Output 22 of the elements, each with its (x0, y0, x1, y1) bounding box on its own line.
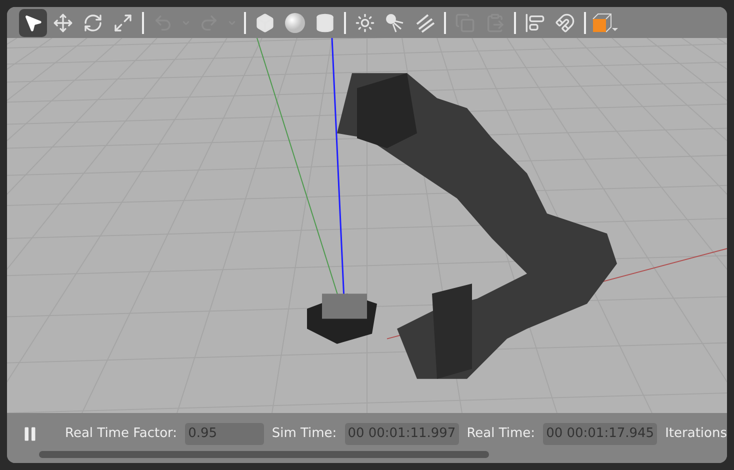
spotlight-icon (384, 12, 406, 34)
stat-value-field: 0.95 (185, 423, 264, 444)
stat-value-field: 00 00:01:11.997 (344, 423, 459, 444)
stat-label: Real Time: (466, 425, 536, 443)
sun-icon (355, 12, 375, 32)
cylinder-icon (315, 12, 335, 32)
magnet-icon (555, 12, 575, 32)
rotate-icon (83, 12, 103, 32)
sphere-icon (284, 12, 306, 34)
stat-value-field: 00 00:01:17.945 (543, 423, 658, 444)
horizontal-scrollbar[interactable] (39, 450, 489, 458)
stat-label: Real Time Factor: (65, 425, 178, 443)
move-icon (53, 12, 73, 32)
cube-icon (255, 12, 275, 32)
parallel-lines-icon (414, 12, 436, 34)
stat-label: Sim Time: (272, 425, 337, 443)
view-cube-icon (591, 12, 619, 34)
toolbar-button[interactable] (19, 8, 47, 36)
stat-label: Iterations (665, 425, 727, 443)
scale-icon (113, 12, 133, 32)
pointer-icon (23, 12, 43, 32)
align-icon (525, 12, 545, 32)
